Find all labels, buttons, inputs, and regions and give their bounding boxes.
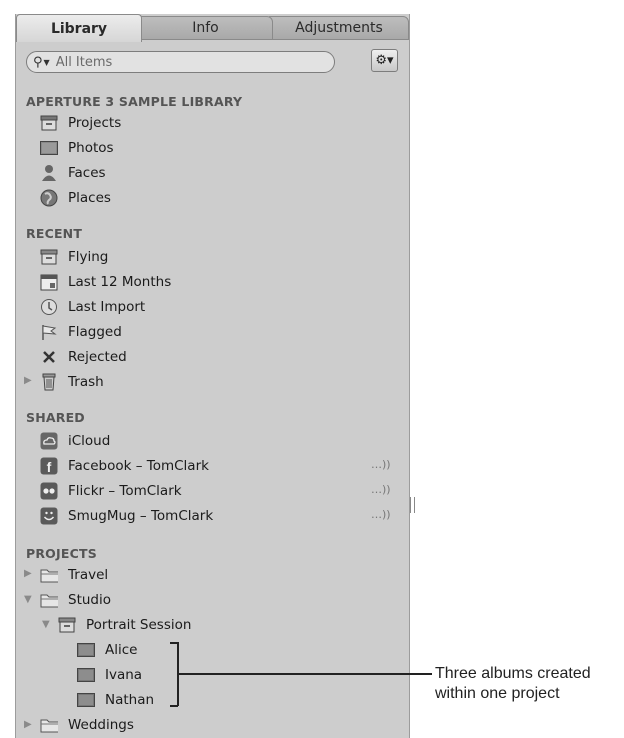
- sidebar-item-nathan[interactable]: Nathan: [77, 689, 154, 711]
- sidebar-item-photos[interactable]: Photos: [40, 137, 114, 159]
- gear-icon: ⚙▾: [375, 53, 394, 68]
- search-placeholder: All Items: [55, 54, 113, 70]
- sidebar-item-label: Trash: [68, 374, 104, 390]
- section-header-shared: SHARED: [26, 410, 85, 425]
- sidebar-item-icloud[interactable]: iCloud: [40, 430, 110, 452]
- tab-library-label: Library: [50, 20, 108, 37]
- sidebar-item-portrait-session[interactable]: Portrait Session: [58, 614, 191, 636]
- sidebar-item-trash[interactable]: Trash: [40, 371, 104, 393]
- album-icon: [77, 641, 95, 659]
- sidebar-item-places[interactable]: Places: [40, 187, 111, 209]
- sidebar-item-label: SmugMug – TomClark: [68, 508, 214, 524]
- action-menu-button[interactable]: ⚙▾: [371, 49, 398, 72]
- svg-text:f: f: [47, 459, 52, 475]
- search-icon[interactable]: ⚲: [33, 55, 43, 70]
- sidebar-item-label: Flagged: [68, 324, 122, 340]
- tab-adjustments[interactable]: Adjustments: [269, 16, 409, 40]
- sidebar-item-label: Flickr – TomClark: [68, 483, 182, 499]
- search-field[interactable]: ⚲ ▼ All Items: [26, 51, 335, 73]
- x-icon: [40, 348, 58, 366]
- flag-icon: [40, 323, 58, 341]
- inspector-tabs: Adjustments Info Library: [16, 14, 409, 42]
- trash-icon: [40, 373, 58, 391]
- disclosure-triangle-open-icon[interactable]: ▼: [24, 594, 32, 605]
- sidebar-item-flying[interactable]: Flying: [40, 246, 108, 268]
- section-header-recent: RECENT: [26, 226, 83, 241]
- sidebar-item-ivana[interactable]: Ivana: [77, 664, 142, 686]
- sidebar-item-label: Rejected: [68, 349, 127, 365]
- annotation-caption: Three albums created within one project: [435, 664, 591, 704]
- chevron-down-icon[interactable]: ▼: [44, 58, 50, 67]
- faces-icon: [40, 164, 58, 182]
- calendar-icon: [40, 273, 58, 291]
- tab-adjustments-label: Adjustments: [295, 20, 383, 36]
- sidebar-item-label: Travel: [68, 567, 109, 583]
- disclosure-triangle-icon[interactable]: ▶: [24, 568, 32, 579]
- annotation-bracket-bottom: [170, 705, 178, 707]
- tab-library[interactable]: Library: [16, 14, 142, 42]
- sidebar-item-label: Last Import: [68, 299, 146, 315]
- annotation-caption-line1: Three albums created: [435, 665, 591, 682]
- project-icon: [40, 248, 58, 266]
- sidebar-item-label: Weddings: [68, 717, 134, 733]
- sidebar-item-label: Faces: [68, 165, 106, 181]
- section-header-projects: PROJECTS: [26, 546, 97, 561]
- projects-icon: [40, 114, 58, 132]
- sidebar-item-label: Studio: [68, 592, 111, 608]
- sidebar-item-label: Places: [68, 190, 111, 206]
- tab-info-label: Info: [192, 20, 219, 36]
- annotation-leader-line: [178, 673, 432, 675]
- flickr-icon: [40, 482, 58, 500]
- section-header-library: APERTURE 3 SAMPLE LIBRARY: [26, 94, 243, 109]
- sidebar-item-label: Photos: [68, 140, 114, 156]
- sidebar-item-weddings[interactable]: Weddings: [40, 714, 134, 736]
- sidebar-item-label: Portrait Session: [86, 617, 192, 633]
- sidebar-item-label: iCloud: [68, 433, 111, 449]
- icloud-icon: [40, 432, 58, 450]
- sync-status-icon: …)): [371, 458, 391, 471]
- sidebar-item-faces[interactable]: Faces: [40, 162, 106, 184]
- disclosure-triangle-open-icon[interactable]: ▼: [42, 619, 50, 630]
- sidebar-item-facebook[interactable]: f Facebook – TomClark: [40, 455, 209, 477]
- sync-status-icon: …)): [371, 508, 391, 521]
- sidebar-item-flickr[interactable]: Flickr – TomClark: [40, 480, 182, 502]
- sidebar-item-projects[interactable]: Projects: [40, 112, 121, 134]
- sidebar-item-studio[interactable]: Studio: [40, 589, 111, 611]
- facebook-icon: f: [40, 457, 58, 475]
- folder-icon: [40, 566, 58, 584]
- sidebar-item-label: Flying: [68, 249, 109, 265]
- sidebar-item-last-import[interactable]: Last Import: [40, 296, 145, 318]
- smugmug-icon: [40, 507, 58, 525]
- project-icon: [58, 616, 76, 634]
- sidebar-item-rejected[interactable]: Rejected: [40, 346, 127, 368]
- photos-icon: [40, 139, 58, 157]
- sidebar-item-smugmug[interactable]: SmugMug – TomClark: [40, 505, 213, 527]
- sidebar-item-label: Projects: [68, 115, 122, 131]
- sidebar-item-label: Ivana: [105, 667, 143, 683]
- folder-icon: [40, 591, 58, 609]
- import-icon: [40, 298, 58, 316]
- sidebar-item-label: Nathan: [105, 692, 155, 708]
- sidebar-item-alice[interactable]: Alice: [77, 639, 137, 661]
- library-inspector-panel: Adjustments Info Library ⚲ ▼ All Items ⚙▾…: [15, 14, 410, 738]
- sidebar-item-label: Last 12 Months: [68, 274, 172, 290]
- folder-icon: [40, 716, 58, 734]
- tab-info[interactable]: Info: [138, 16, 273, 40]
- sidebar-item-label: Alice: [105, 642, 138, 658]
- panel-resize-handle[interactable]: [410, 497, 415, 513]
- sidebar-item-flagged[interactable]: Flagged: [40, 321, 122, 343]
- places-icon: [40, 189, 58, 207]
- sync-status-icon: …)): [371, 483, 391, 496]
- annotation-caption-line2: within one project: [435, 685, 560, 702]
- disclosure-triangle-icon[interactable]: ▶: [24, 719, 32, 730]
- album-icon: [77, 691, 95, 709]
- album-icon: [77, 666, 95, 684]
- sidebar-item-last-12-months[interactable]: Last 12 Months: [40, 271, 171, 293]
- disclosure-triangle-icon[interactable]: ▶: [24, 375, 32, 386]
- sidebar-item-label: Facebook – TomClark: [68, 458, 209, 474]
- sidebar-item-travel[interactable]: Travel: [40, 564, 108, 586]
